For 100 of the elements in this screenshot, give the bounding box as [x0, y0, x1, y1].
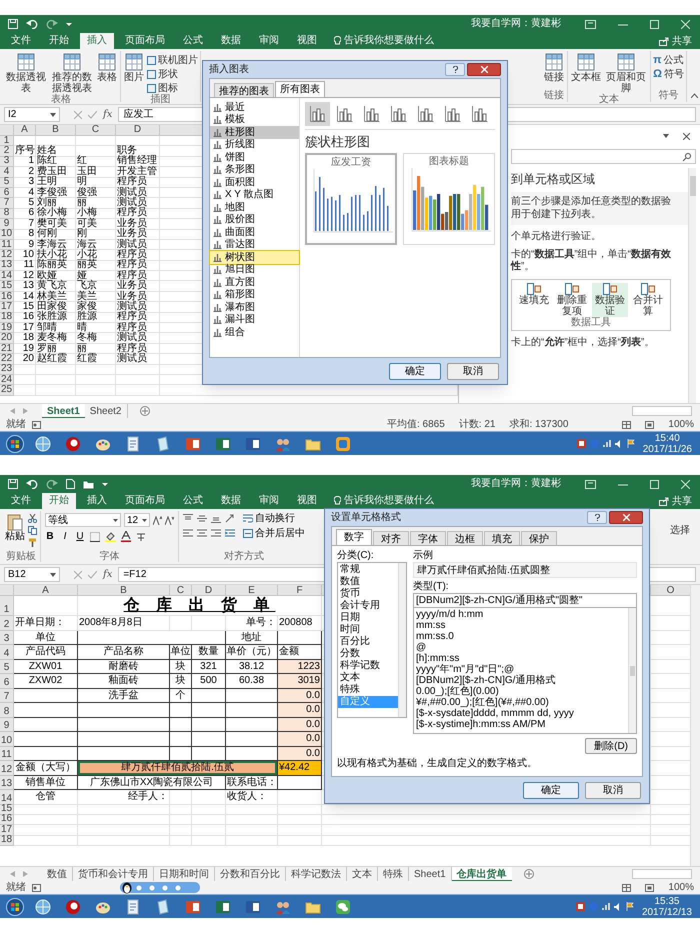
- table-cell: 销售单位: [14, 776, 78, 790]
- table-cell: 黄飞京: [36, 281, 76, 292]
- help-heading: 到单元格或区域: [511, 172, 596, 186]
- table-cell: 1223: [278, 660, 322, 674]
- table-cell: 17: [14, 323, 36, 334]
- table-cell: 15: [14, 302, 36, 313]
- table-cell: 单价（元）: [226, 645, 278, 660]
- status-statistic: 求和: 137300: [509, 418, 568, 430]
- group-label: 字体: [100, 551, 120, 562]
- status-statistic: 平均值: 6865: [386, 418, 445, 430]
- table-cell: 产品代码: [14, 645, 78, 660]
- group-label: 文本: [599, 94, 620, 106]
- table-cell: 2008年8月8日: [78, 616, 170, 630]
- dialog-title: 插入图表: [209, 64, 250, 76]
- status-text: 就绪: [6, 882, 26, 894]
- table-cell: 6: [14, 208, 36, 220]
- table-cell: 14: [14, 292, 36, 302]
- status-statistic: 计数: 21: [458, 418, 496, 430]
- table-cell: 3: [14, 178, 36, 188]
- window-title: 我要自学网：黄建彬: [471, 478, 561, 490]
- chart-title: 图表标题: [429, 156, 469, 168]
- table-cell: 块: [170, 674, 192, 688]
- table-cell: 个: [170, 688, 192, 703]
- help-text: 用于创建下拉列表。: [511, 209, 602, 221]
- table-cell: 地址: [226, 630, 278, 645]
- dialog-description: 以现有格式为基础，生成自定义的数字格式。: [337, 758, 538, 770]
- group-label: 表格: [51, 94, 71, 106]
- table-cell: 红: [76, 156, 116, 168]
- table-cell: 红霞: [76, 354, 116, 365]
- clock-date: 2017/11/26: [642, 444, 692, 454]
- help-text: 卡上的“允许”框中，选择“列表”。: [511, 337, 656, 349]
- table-cell: 块: [170, 660, 192, 674]
- help-text: 卡的“数据工具”组中，单击“数据有效性”。: [511, 249, 672, 273]
- table-cell: 明: [76, 178, 116, 188]
- table-cell: 10: [14, 250, 36, 261]
- table-cell: 0.0: [278, 688, 322, 703]
- zoom-level: 100%: [668, 882, 694, 894]
- table-cell: 洗手盆: [78, 688, 170, 703]
- table-cell: 联系电话：: [226, 776, 278, 790]
- table-cell: 赵红霞: [36, 354, 76, 365]
- table-cell: 500: [192, 674, 226, 688]
- table-cell: 3019: [278, 674, 322, 688]
- table-cell: 王明: [36, 178, 76, 188]
- table-cell: 广东佛山市XX陶瓷有限公司: [78, 776, 226, 790]
- group-label: 数据工具: [571, 317, 611, 328]
- table-cell: 刚: [76, 230, 116, 240]
- table-cell: 业务员: [116, 230, 160, 240]
- table-cell: 经手人：: [78, 790, 170, 804]
- table-cell: 肆万贰仟肆佰贰拾陆.伍贰: [78, 761, 278, 776]
- table-cell: 单位: [14, 630, 78, 645]
- dialog-title: 设置单元格格式: [331, 512, 402, 524]
- table-cell: 数量: [192, 645, 226, 660]
- field-label: 分类(C):: [337, 550, 375, 562]
- table-cell: 测试员: [116, 354, 160, 365]
- table-cell: 12: [14, 271, 36, 282]
- table-cell: 单位: [170, 645, 192, 660]
- table-cell: 321: [192, 660, 226, 674]
- table-cell: 16: [14, 312, 36, 324]
- group-label: 剪贴板: [6, 551, 36, 562]
- table-cell: 销售经理: [116, 156, 160, 168]
- sample-preview: 肆万贰仟肆佰贰拾陆.伍贰圆整: [413, 562, 637, 578]
- field-label: 类型(T):: [413, 581, 450, 593]
- sheet-title: 仓 库 出 货 单: [78, 596, 322, 616]
- table-cell: 11: [14, 260, 36, 272]
- table-cell: 1: [14, 156, 36, 168]
- table-cell: 5: [14, 198, 36, 209]
- table-cell: 8: [14, 230, 36, 240]
- group-label: 插图: [150, 94, 170, 106]
- table-cell: 0.0: [278, 718, 322, 732]
- table-cell: 19: [14, 344, 36, 354]
- table-cell: 4: [14, 188, 36, 198]
- table-cell: 200808: [278, 616, 322, 630]
- window-title: 我要自学网：黄建彬: [471, 18, 561, 30]
- table-cell: 9: [14, 240, 36, 250]
- clock-time: 15:40: [654, 432, 680, 444]
- group-label: 符号: [658, 90, 679, 102]
- table-cell: 产品名称: [78, 645, 170, 660]
- chart-title: 应发工资: [331, 157, 371, 169]
- table-cell: 飞京: [76, 281, 116, 292]
- table-cell: 釉面砖: [78, 674, 170, 688]
- table-cell: 2: [14, 167, 36, 178]
- table-cell: ZXW01: [14, 660, 78, 674]
- table-cell: 0.0: [278, 746, 322, 761]
- clock-time: 15:35: [654, 896, 680, 906]
- table-cell: 程序员: [116, 178, 160, 188]
- table-cell: 耐磨砖: [78, 660, 170, 674]
- table-cell: 业务员: [116, 281, 160, 292]
- table-cell: 俊强: [76, 188, 116, 198]
- table-cell: 0.0: [278, 703, 322, 718]
- group-label: 对齐方式: [224, 551, 264, 562]
- clock-date: 2017/12/13: [642, 906, 692, 918]
- table-cell: 开单日期：: [14, 616, 78, 630]
- chart-subtype-heading: 簇状柱形图: [305, 134, 371, 149]
- table-cell: 0.0: [278, 732, 322, 746]
- table-cell: 仓管: [14, 790, 78, 804]
- help-text: 个单元格进行验证。: [511, 231, 602, 243]
- table-cell: ZXW02: [14, 674, 78, 688]
- table-cell: 18: [14, 333, 36, 344]
- table-cell: 丽: [76, 344, 116, 354]
- table-cell: 测试员: [116, 333, 160, 344]
